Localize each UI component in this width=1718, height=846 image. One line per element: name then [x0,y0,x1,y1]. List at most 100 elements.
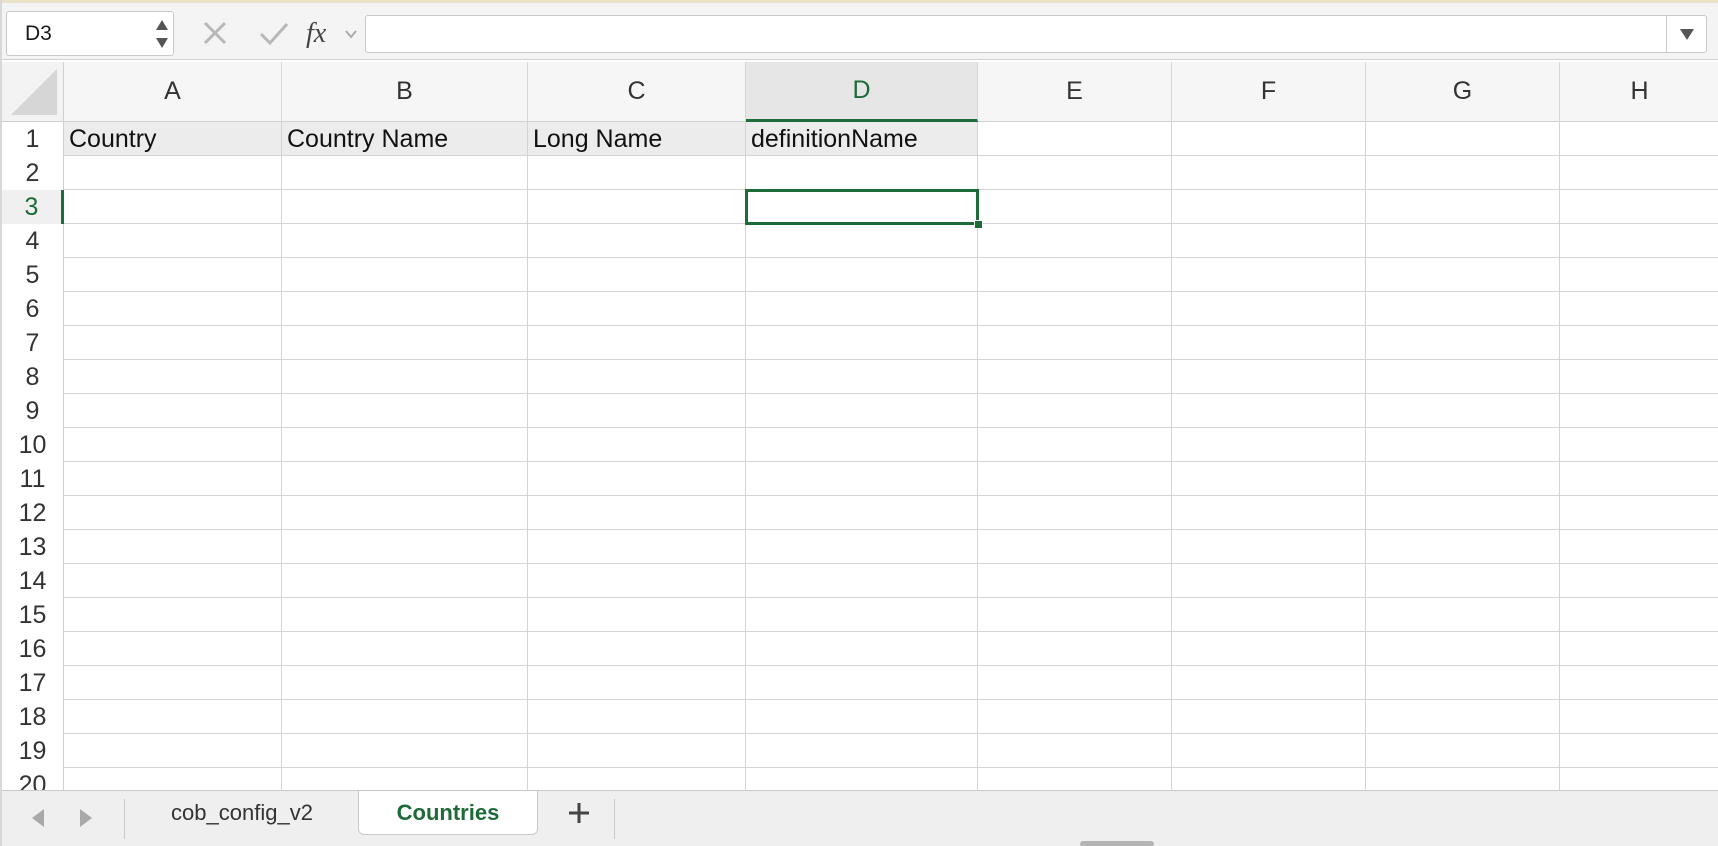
row-header-17[interactable]: 17 [2,666,64,700]
cell-a1[interactable]: Country [64,122,282,156]
cell-f4[interactable] [1172,224,1366,258]
cell-a18[interactable] [64,700,282,734]
cell-h12[interactable] [1560,496,1718,530]
cell-g8[interactable] [1366,360,1560,394]
cell-c12[interactable] [528,496,746,530]
name-box-spinner[interactable] [153,14,171,53]
cell-d7[interactable] [746,326,978,360]
cell-e2[interactable] [978,156,1172,190]
cell-a9[interactable] [64,394,282,428]
row-header-2[interactable]: 2 [2,156,64,190]
cell-d2[interactable] [746,156,978,190]
cell-b9[interactable] [282,394,528,428]
cell-g3[interactable] [1366,190,1560,224]
cell-f17[interactable] [1172,666,1366,700]
cell-h4[interactable] [1560,224,1718,258]
cell-h11[interactable] [1560,462,1718,496]
next-sheet-arrow-icon[interactable] [80,809,92,827]
spinner-down-icon[interactable] [156,38,168,48]
cell-e8[interactable] [978,360,1172,394]
cell-b8[interactable] [282,360,528,394]
cell-g4[interactable] [1366,224,1560,258]
cell-d19[interactable] [746,734,978,768]
cell-c10[interactable] [528,428,746,462]
cell-c3[interactable] [528,190,746,224]
cell-b1[interactable]: Country Name [282,122,528,156]
cell-a19[interactable] [64,734,282,768]
row-header-6[interactable]: 6 [2,292,64,326]
column-header-g[interactable]: G [1366,62,1560,122]
cell-a15[interactable] [64,598,282,632]
fill-handle[interactable] [974,220,983,229]
cell-f12[interactable] [1172,496,1366,530]
cell-g1[interactable] [1366,122,1560,156]
cell-c20[interactable] [528,768,746,790]
row-header-8[interactable]: 8 [2,360,64,394]
cell-d1[interactable]: definitionName [746,122,978,156]
add-sheet-button[interactable] [548,791,610,835]
row-header-16[interactable]: 16 [2,632,64,666]
row-header-1[interactable]: 1 [2,122,64,156]
cell-h14[interactable] [1560,564,1718,598]
cell-f16[interactable] [1172,632,1366,666]
cell-h1[interactable] [1560,122,1718,156]
cell-h7[interactable] [1560,326,1718,360]
cell-a11[interactable] [64,462,282,496]
row-header-11[interactable]: 11 [2,462,64,496]
cell-f10[interactable] [1172,428,1366,462]
cell-g5[interactable] [1366,258,1560,292]
cell-d11[interactable] [746,462,978,496]
cell-a5[interactable] [64,258,282,292]
cell-c8[interactable] [528,360,746,394]
cell-f1[interactable] [1172,122,1366,156]
cell-e9[interactable] [978,394,1172,428]
cell-a17[interactable] [64,666,282,700]
cell-g12[interactable] [1366,496,1560,530]
cell-d18[interactable] [746,700,978,734]
row-header-3[interactable]: 3 [2,190,64,224]
sheet-grid[interactable]: ABCDEFGH 1 2 3 4 5 6 7 8 9 10 11 12 13 14 15 16 17 18 19 20… [2,62,1718,790]
cell-c13[interactable] [528,530,746,564]
cell-b2[interactable] [282,156,528,190]
cell-f15[interactable] [1172,598,1366,632]
cell-d4[interactable] [746,224,978,258]
cell-b6[interactable] [282,292,528,326]
cell-g17[interactable] [1366,666,1560,700]
cell-d3[interactable] [746,190,978,224]
cell-h13[interactable] [1560,530,1718,564]
cell-g10[interactable] [1366,428,1560,462]
cell-a14[interactable] [64,564,282,598]
cell-g19[interactable] [1366,734,1560,768]
cell-b10[interactable] [282,428,528,462]
cell-b17[interactable] [282,666,528,700]
cell-g16[interactable] [1366,632,1560,666]
cell-e19[interactable] [978,734,1172,768]
enter-check-icon[interactable] [255,13,293,53]
cell-c16[interactable] [528,632,746,666]
cell-f14[interactable] [1172,564,1366,598]
cell-b19[interactable] [282,734,528,768]
row-header-19[interactable]: 19 [2,734,64,768]
cell-f13[interactable] [1172,530,1366,564]
cell-f8[interactable] [1172,360,1366,394]
column-header-b[interactable]: B [282,62,528,122]
cell-h9[interactable] [1560,394,1718,428]
cell-h20[interactable] [1560,768,1718,790]
cell-d13[interactable] [746,530,978,564]
cell-f11[interactable] [1172,462,1366,496]
sheet-tab-countries[interactable]: Countries [358,791,538,835]
cell-h17[interactable] [1560,666,1718,700]
cell-d9[interactable] [746,394,978,428]
select-all-corner[interactable] [2,62,64,122]
cell-h8[interactable] [1560,360,1718,394]
cell-c1[interactable]: Long Name [528,122,746,156]
cell-e14[interactable] [978,564,1172,598]
cell-e5[interactable] [978,258,1172,292]
cell-g20[interactable] [1366,768,1560,790]
cell-d17[interactable] [746,666,978,700]
cell-f9[interactable] [1172,394,1366,428]
sheet-tab-cob-config-v2[interactable]: cob_config_v2 [126,791,358,835]
cell-c4[interactable] [528,224,746,258]
cell-c2[interactable] [528,156,746,190]
cell-f19[interactable] [1172,734,1366,768]
